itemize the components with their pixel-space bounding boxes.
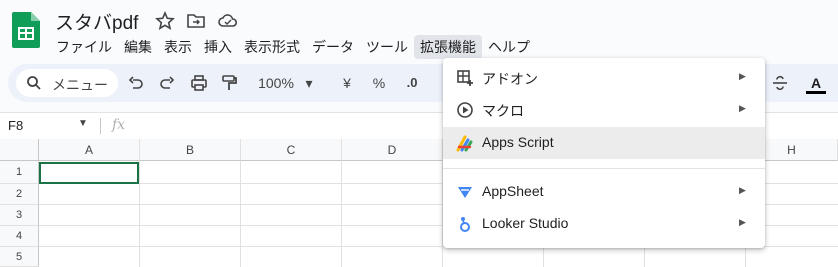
menu-edit[interactable]: 編集 (118, 35, 158, 59)
undo-icon (128, 76, 143, 89)
decrease-decimal-button[interactable]: .0 (402, 73, 422, 93)
row-header-1[interactable]: 1 (0, 161, 39, 184)
macro-play-icon (457, 102, 473, 118)
star-icon[interactable] (155, 11, 175, 31)
looker-studio-icon (460, 217, 470, 232)
menu-item-apps-script-label: Apps Script (482, 134, 554, 150)
column-header-b[interactable]: B (140, 139, 241, 161)
strikethrough-button[interactable] (772, 73, 788, 93)
row-header-2[interactable]: 2 (0, 184, 39, 205)
apps-script-icon (456, 135, 473, 152)
menu-item-addons-label: アドオン (482, 71, 538, 87)
extensions-menu: アドオン ▶ マクロ ▶ Apps Script AppSheet ▶ Look… (443, 58, 765, 248)
cloud-saved-icon[interactable] (218, 11, 238, 31)
menu-item-macros[interactable]: マクロ ▶ (443, 94, 765, 126)
formula-divider (100, 118, 101, 134)
zoom-value[interactable]: 100% (255, 73, 297, 93)
redo-icon (160, 76, 175, 89)
print-icon (191, 75, 207, 91)
paint-format-button[interactable] (221, 73, 237, 93)
column-header-d[interactable]: D (342, 139, 443, 161)
redo-button[interactable] (159, 73, 175, 93)
row-header-4[interactable]: 4 (0, 226, 39, 247)
print-button[interactable] (190, 73, 208, 93)
text-color-label: A (810, 75, 822, 91)
menu-format[interactable]: 表示形式 (238, 35, 306, 59)
submenu-arrow-icon: ▶ (739, 103, 746, 113)
currency-format-button[interactable]: ¥ (341, 73, 353, 93)
row-header-3[interactable]: 3 (0, 205, 39, 226)
menu-file[interactable]: ファイル (50, 35, 118, 59)
menu-view[interactable]: 表示 (158, 35, 198, 59)
percent-format-button[interactable]: % (372, 73, 386, 93)
select-all-corner[interactable] (0, 139, 39, 161)
name-box-dropdown-icon[interactable]: ▼ (78, 118, 88, 129)
submenu-arrow-icon: ▶ (739, 71, 746, 81)
undo-button[interactable] (128, 73, 144, 93)
menu-data[interactable]: データ (306, 35, 360, 59)
submenu-arrow-icon: ▶ (739, 217, 746, 227)
move-folder-icon[interactable] (186, 11, 206, 31)
text-color-button[interactable]: A (806, 73, 826, 94)
menu-tools[interactable]: ツール (360, 35, 414, 59)
fx-icon: fx (112, 117, 126, 133)
menu-item-apps-script[interactable]: Apps Script (443, 127, 765, 159)
search-menus-label: メニュー (52, 77, 108, 93)
addon-icon (457, 70, 473, 86)
submenu-arrow-icon: ▶ (739, 185, 746, 195)
menu-insert[interactable]: 挿入 (198, 35, 238, 59)
search-icon (27, 76, 41, 90)
formula-input[interactable] (140, 115, 440, 135)
search-menus-button[interactable]: メニュー (16, 69, 118, 97)
menu-bar: ファイル 編集 表示 挿入 表示形式 データ ツール 拡張機能 ヘルプ (50, 35, 536, 59)
column-header-a[interactable]: A (39, 139, 140, 161)
menu-item-looker-studio[interactable]: Looker Studio ▶ (443, 208, 765, 240)
menu-item-looker-studio-label: Looker Studio (482, 215, 569, 231)
menu-item-appsheet[interactable]: AppSheet ▶ (443, 176, 765, 208)
selected-cell-a1[interactable] (39, 162, 139, 184)
menu-extensions[interactable]: 拡張機能 (414, 35, 482, 59)
menu-item-addons[interactable]: アドオン ▶ (443, 62, 765, 94)
grid-line (240, 161, 241, 267)
paint-format-icon (222, 75, 237, 90)
title-bar: スタバpdf ファイル 編集 表示 挿入 表示形式 データ ツール 拡張機能 ヘ… (0, 0, 838, 62)
document-title[interactable]: スタバpdf (55, 8, 138, 35)
grid-line (139, 161, 140, 267)
menu-help[interactable]: ヘルプ (482, 35, 536, 59)
sheets-logo-icon[interactable] (12, 12, 40, 48)
grid-line (341, 161, 342, 267)
appsheet-icon (458, 187, 472, 198)
menu-item-macros-label: マクロ (482, 103, 524, 119)
zoom-dropdown-icon[interactable]: ▾ (304, 73, 314, 93)
strikethrough-icon (773, 75, 787, 91)
column-header-c[interactable]: C (241, 139, 342, 161)
row-header-5[interactable]: 5 (0, 247, 39, 267)
text-color-bar (806, 91, 826, 94)
menu-separator (443, 168, 765, 169)
menu-item-appsheet-label: AppSheet (482, 183, 544, 199)
name-box[interactable]: F8 (8, 118, 23, 133)
